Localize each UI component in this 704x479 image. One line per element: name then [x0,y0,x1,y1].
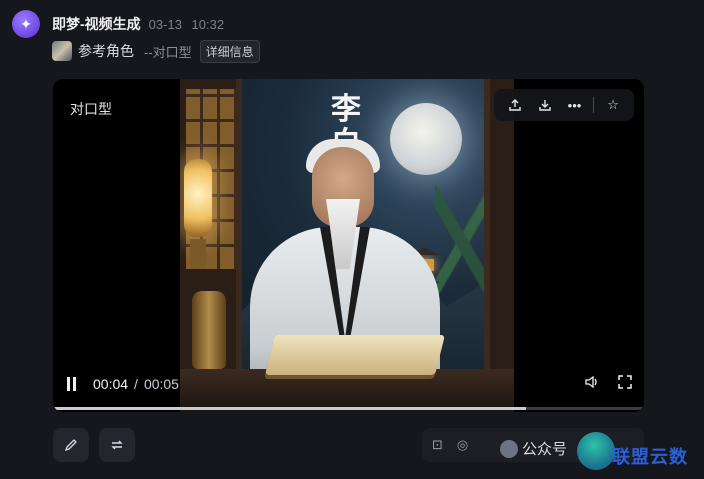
mode-label: --对口型 [144,44,192,60]
app-logo-icon: ✦ [12,10,40,38]
player-controls: 00:04 / 00:05 [67,376,179,392]
pause-icon[interactable] [67,377,81,391]
player-right-controls [584,375,632,392]
time-separator: / [134,376,138,392]
toolbar-divider [593,97,595,113]
brand-logo-icon [577,432,615,470]
wechat-icon [500,439,518,458]
edit-button[interactable] [53,428,89,462]
edit-icon [64,439,77,452]
download-icon[interactable] [534,94,556,116]
lantern-image [180,149,216,269]
message-header: ✦ 即梦-视频生成 03-13 10:32 [12,10,230,38]
details-button[interactable]: 详细信息 [199,39,260,63]
star-icon[interactable]: ☆ [602,94,624,116]
regenerate-icon [111,440,123,450]
total-time: 00:05 [143,376,179,392]
fullscreen-icon[interactable] [618,375,632,392]
volume-icon[interactable] [584,375,600,392]
window-frame-right [484,79,514,369]
generation-info: 参考角色 --对口型 详细信息 [52,39,260,63]
current-time: 00:04 [93,376,129,392]
video-player[interactable]: 李白 [180,79,514,412]
regenerate-button[interactable] [99,428,135,462]
video-toolbar: ••• ☆ [494,89,634,121]
brand-name: 联盟云数 [612,447,688,467]
book-image [265,335,445,375]
lip-sync-icon[interactable]: ◎ [457,437,468,453]
card-label: 对口型 [70,101,112,117]
app-name: 即梦-视频生成 [52,16,141,32]
progress-fill [53,407,526,410]
reference-thumbnail[interactable] [52,41,72,61]
progress-bar[interactable] [53,407,644,410]
desk [180,369,514,412]
watermark-text: 公众号 [522,441,568,458]
video-card: 对口型 李白 ••• ☆ 00:04 / [53,79,644,412]
time: 10:32 [191,16,225,32]
date: 03-13 [148,16,182,32]
vase-image [192,291,226,369]
reference-role-label[interactable]: 参考角色 [78,41,134,61]
timestamp: 03-13 10:32 [149,17,230,32]
watermark: 公众号 [500,438,567,459]
more-icon[interactable]: ••• [563,94,585,116]
share-icon[interactable] [504,94,526,116]
frame-icon[interactable]: ⊡ [432,437,443,453]
